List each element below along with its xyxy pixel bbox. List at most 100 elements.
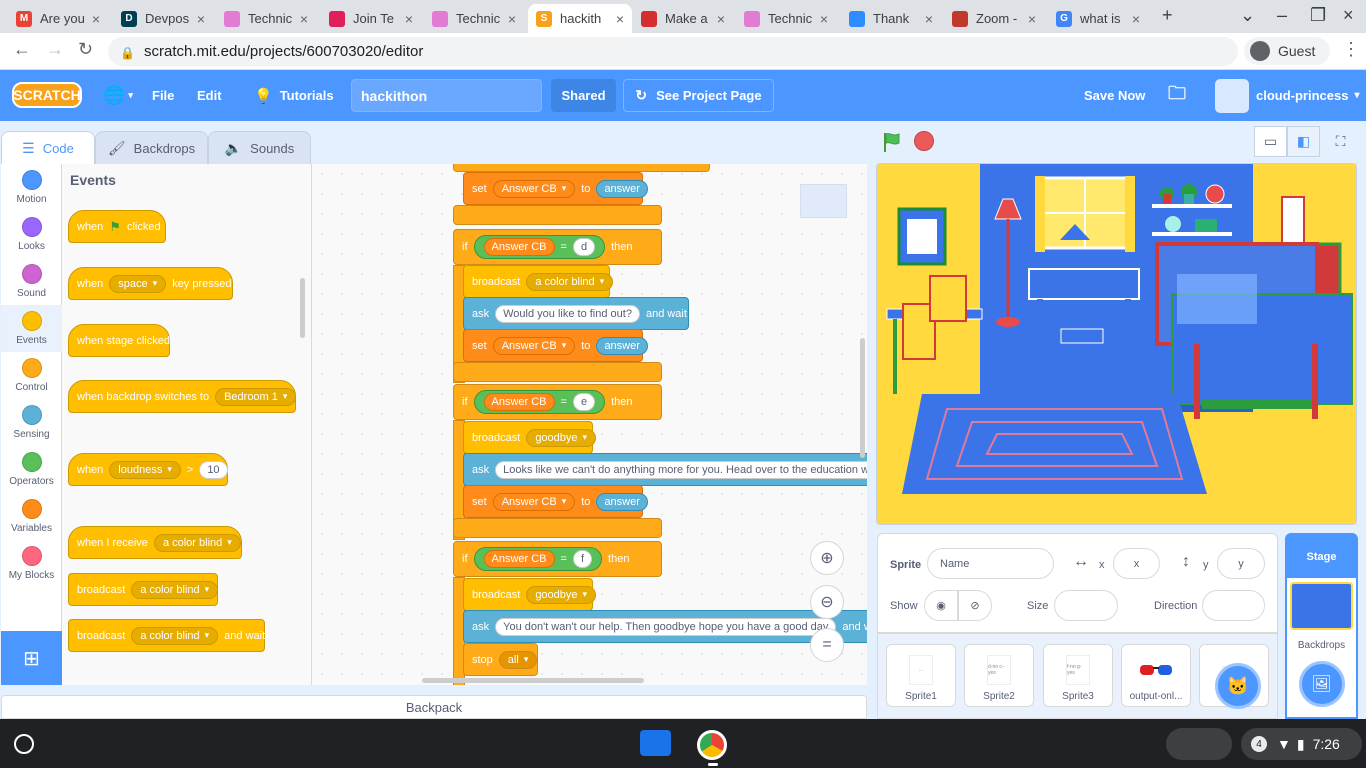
close-tab-icon[interactable]: ×	[616, 11, 624, 27]
stop-block[interactable]: stop all	[463, 643, 538, 676]
variable-reporter[interactable]: Answer CB	[483, 550, 555, 568]
category-motion[interactable]: Motion	[1, 164, 62, 211]
if-block[interactable]: if Answer CB = d then	[453, 229, 662, 265]
stop-button[interactable]	[914, 131, 934, 151]
sprite-tile[interactable]: d-no c-yes Sprite2	[964, 644, 1034, 707]
close-tab-icon[interactable]: ×	[508, 11, 516, 27]
equals-operator[interactable]: Answer CB = d	[473, 235, 606, 259]
tab-search-icon[interactable]: ⌄	[1240, 5, 1255, 26]
set-variable-block[interactable]: set Answer CB to answer	[463, 485, 648, 518]
close-tab-icon[interactable]: ×	[717, 11, 725, 27]
minimize-icon[interactable]: –	[1277, 5, 1287, 26]
reload-icon[interactable]: ↻	[78, 39, 93, 60]
close-tab-icon[interactable]: ×	[1028, 11, 1036, 27]
equals-operator[interactable]: Answer CB = f	[473, 547, 603, 571]
y-input[interactable]: y	[1217, 548, 1265, 579]
broadcast-block[interactable]: broadcast a color blind	[463, 265, 614, 298]
when-key-pressed-block[interactable]: when space key pressed	[68, 267, 233, 300]
add-extension-button[interactable]: ⊞	[1, 631, 62, 685]
direction-input[interactable]	[1202, 590, 1265, 621]
tab-backdrops[interactable]: 🖌 Backdrops	[95, 131, 208, 164]
scratch-logo[interactable]: SCRATCH	[12, 82, 82, 108]
browser-tab[interactable]: D Devpos ×	[113, 4, 213, 33]
question-input[interactable]: Looks like we can't do anything more for…	[495, 460, 867, 479]
zoom-in-button[interactable]: ⊕	[810, 541, 844, 575]
loudness-value-input[interactable]: 10	[199, 460, 228, 479]
message-dropdown[interactable]: goodbye	[526, 585, 597, 604]
backdrop-dropdown[interactable]: Bedroom 1	[215, 387, 297, 406]
ask-and-wait-block[interactable]: ask Looks like we can't do anything more…	[463, 453, 867, 486]
tab-sounds[interactable]: 🔈 Sounds	[208, 131, 311, 164]
forward-icon[interactable]: →	[46, 39, 64, 60]
close-tab-icon[interactable]: ×	[405, 11, 413, 27]
close-tab-icon[interactable]: ×	[197, 11, 205, 27]
close-window-icon[interactable]: ×	[1343, 5, 1354, 26]
browser-tab[interactable]: Technic ×	[216, 4, 316, 33]
browser-tab[interactable]: Zoom - ×	[944, 4, 1044, 33]
stage-canvas[interactable]	[876, 163, 1357, 525]
sprite-tile[interactable]: output-onl...	[1121, 644, 1191, 707]
message-dropdown[interactable]: a color blind	[131, 580, 219, 599]
variable-dropdown[interactable]: Answer CB	[492, 336, 576, 355]
browser-tab[interactable]: Thank ×	[841, 4, 941, 33]
shared-button[interactable]: Shared	[551, 79, 616, 112]
close-tab-icon[interactable]: ×	[300, 11, 308, 27]
broadcast-block[interactable]: broadcast goodbye	[463, 421, 597, 454]
browser-tab[interactable]: M Are you ×	[8, 4, 108, 33]
ask-and-wait-block[interactable]: ask Would you like to find out? and wait	[463, 297, 689, 330]
message-dropdown[interactable]: a color blind	[153, 533, 241, 552]
variable-dropdown[interactable]: Answer CB	[492, 492, 576, 511]
normal-stage-button[interactable]: ◧	[1287, 126, 1320, 157]
save-now-button[interactable]: Save Now	[1084, 70, 1145, 121]
compare-value-input[interactable]: f	[572, 550, 593, 568]
compare-value-input[interactable]: d	[572, 238, 596, 256]
stop-option-dropdown[interactable]: all	[498, 650, 538, 669]
category-sound[interactable]: Sound	[1, 258, 62, 305]
palette-scrollbar[interactable]	[300, 278, 305, 338]
ask-and-wait-block[interactable]: ask You don't wan't our help. Then goodb…	[463, 610, 867, 643]
when-loudness-block[interactable]: when loudness > 10	[68, 453, 228, 486]
when-stage-clicked-block[interactable]: when stage clicked	[68, 324, 170, 357]
workspace-vertical-scrollbar[interactable]	[860, 338, 865, 458]
close-tab-icon[interactable]: ×	[820, 11, 828, 27]
sprite-tile[interactable]: ... Sprite1	[886, 644, 956, 707]
variable-reporter[interactable]: Answer CB	[483, 238, 555, 256]
category-my-blocks[interactable]: My Blocks	[1, 540, 62, 587]
address-bar[interactable]: 🔒 scratch.mit.edu/projects/600703020/edi…	[108, 37, 1238, 66]
show-visible-button[interactable]: ◉	[924, 590, 958, 621]
when-i-receive-block[interactable]: when I receive a color blind	[68, 526, 242, 559]
question-input[interactable]: You don't wan't our help. Then goodbye h…	[495, 617, 837, 636]
answer-reporter[interactable]: answer	[596, 336, 648, 355]
show-hidden-button[interactable]: ⊘	[958, 590, 992, 621]
backpack-bar[interactable]: Backpack	[1, 695, 867, 719]
green-flag-button[interactable]	[880, 130, 904, 154]
message-dropdown[interactable]: a color blind	[526, 272, 614, 291]
close-tab-icon[interactable]: ×	[1132, 11, 1140, 27]
stage-selector[interactable]: Stage Backdrops 🖼	[1285, 533, 1358, 719]
back-icon[interactable]: ←	[13, 39, 31, 60]
script-workspace[interactable]: set Answer CB to answer if Answer CB = d…	[312, 164, 867, 685]
x-input[interactable]: x	[1113, 548, 1160, 579]
new-tab-icon[interactable]: +	[1162, 5, 1173, 26]
browser-menu-icon[interactable]: ⋮	[1342, 39, 1360, 60]
browser-tab[interactable]: Gwhat is ×	[1048, 4, 1148, 33]
menu-file[interactable]: File	[152, 70, 174, 121]
broadcast-block[interactable]: broadcast goodbye	[463, 578, 597, 611]
tutorials-button[interactable]: 💡 Tutorials	[254, 70, 334, 121]
variable-reporter[interactable]: Answer CB	[483, 393, 555, 411]
if-block[interactable]: if Answer CB = f then	[453, 541, 662, 577]
key-dropdown[interactable]: space	[109, 274, 167, 293]
see-project-page-button[interactable]: ↻ See Project Page	[623, 79, 774, 112]
close-tab-icon[interactable]: ×	[925, 11, 933, 27]
set-variable-block[interactable]: set Answer CB to answer	[463, 172, 648, 205]
sprite-name-input[interactable]: Name	[927, 548, 1054, 579]
question-input[interactable]: Would you like to find out?	[495, 304, 640, 323]
user-avatar-tray[interactable]	[1166, 728, 1232, 760]
launcher-icon[interactable]	[14, 734, 34, 754]
user-avatar[interactable]	[1215, 79, 1249, 113]
status-tray[interactable]: 4 ▼ ▮ 7:26	[1241, 728, 1362, 760]
message-dropdown[interactable]: goodbye	[526, 428, 597, 447]
files-app-icon[interactable]	[640, 730, 671, 756]
sprite-tile[interactable]: f-no g-yes Sprite3	[1043, 644, 1113, 707]
browser-tab[interactable]: Technic ×	[424, 4, 524, 33]
